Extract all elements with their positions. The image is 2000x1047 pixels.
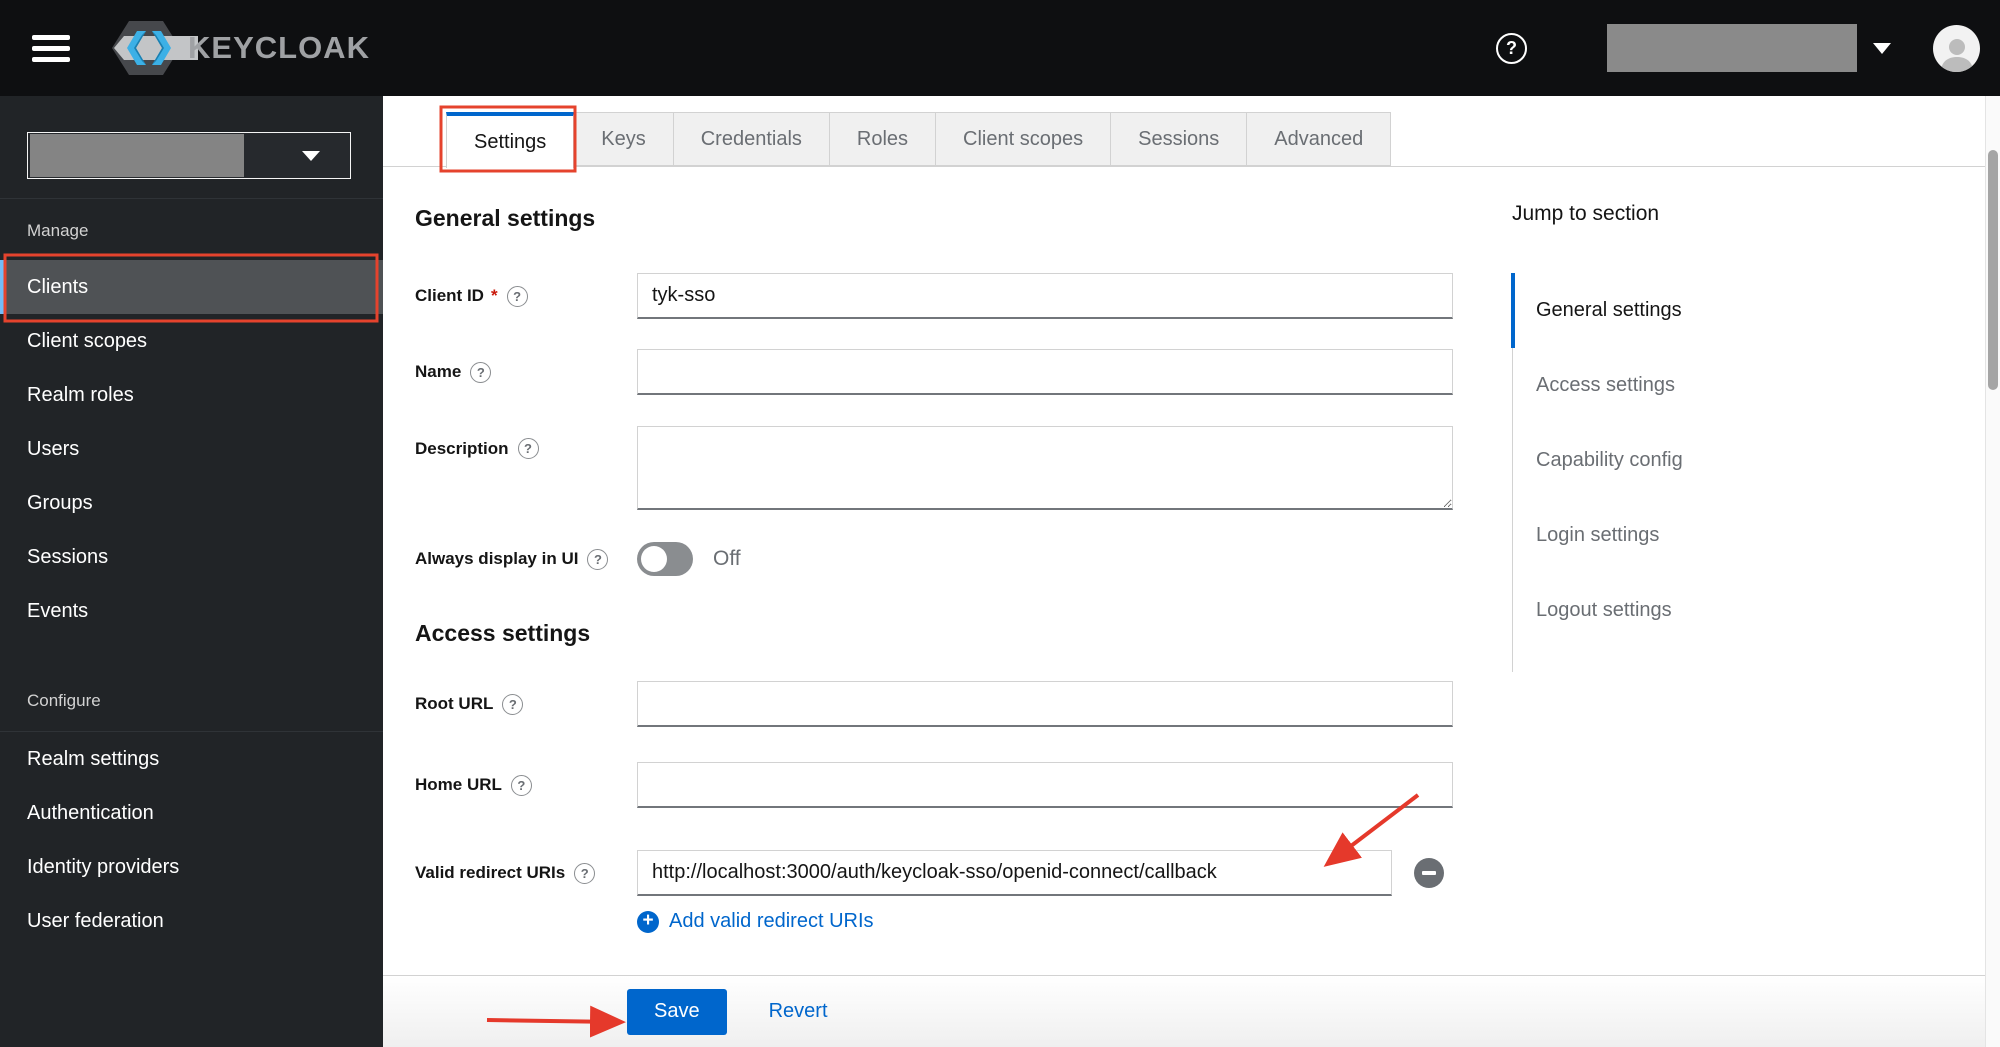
chevron-down-icon[interactable]: [1873, 42, 1891, 54]
valid-redirect-uri-input[interactable]: [637, 850, 1392, 896]
toggle-state-label: Off: [713, 547, 741, 570]
vertical-scrollbar-thumb[interactable]: [1988, 150, 1998, 390]
chevron-down-icon: [302, 150, 320, 161]
required-asterisk: *: [490, 286, 498, 305]
manage-nav: Clients Client scopes Realm roles Users …: [0, 260, 383, 638]
client-id-row: Client ID *: [415, 273, 1515, 319]
tab-settings[interactable]: Settings: [446, 112, 575, 168]
vertical-scrollbar-track[interactable]: [1985, 96, 2000, 1047]
client-id-label: Client ID: [415, 286, 484, 305]
client-id-label-group: Client ID *: [415, 285, 637, 307]
realm-selector[interactable]: [27, 132, 351, 179]
sidebar-item-groups[interactable]: Groups: [0, 476, 383, 530]
help-icon[interactable]: [574, 862, 596, 884]
sidebar-item-clients[interactable]: Clients: [0, 260, 383, 314]
help-icon[interactable]: [587, 548, 609, 570]
always-display-toggle[interactable]: [637, 542, 693, 576]
jump-item-login-settings[interactable]: Login settings: [1513, 498, 1812, 573]
jump-item-capability-config[interactable]: Capability config: [1513, 423, 1812, 498]
nav-group-configure-label: Configure: [27, 691, 101, 710]
always-display-row: Always display in UI Off: [415, 542, 1515, 576]
home-url-row: Home URL: [415, 762, 1515, 808]
help-icon[interactable]: [510, 774, 532, 796]
tab-client-scopes[interactable]: Client scopes: [935, 112, 1112, 166]
add-valid-redirect-uri-label: Add valid redirect URIs: [669, 910, 874, 932]
sidebar-item-realm-roles[interactable]: Realm roles: [0, 368, 383, 422]
home-url-input[interactable]: [637, 762, 1453, 808]
nav-group-manage-label: Manage: [27, 221, 89, 240]
help-icon[interactable]: [506, 285, 528, 307]
help-icon[interactable]: [470, 361, 492, 383]
valid-redirect-uris-label-group: Valid redirect URIs: [415, 862, 637, 884]
sidebar-item-events[interactable]: Events: [0, 584, 383, 638]
sidebar-item-authentication[interactable]: Authentication: [0, 786, 383, 840]
user-avatar-icon: [1940, 38, 1973, 72]
sidebar-divider: [0, 198, 383, 199]
home-url-label: Home URL: [415, 775, 502, 794]
configure-nav: Realm settings Authentication Identity p…: [0, 731, 383, 948]
root-url-row: Root URL: [415, 681, 1515, 727]
app-header: KEYCLOAK ?: [0, 0, 2000, 96]
help-icon[interactable]: ?: [1496, 32, 1527, 64]
jump-item-logout-settings[interactable]: Logout settings: [1513, 573, 1812, 648]
main-content: Settings Keys Credentials Roles Client s…: [383, 96, 1985, 1047]
help-icon[interactable]: [517, 438, 539, 459]
jump-item-general-settings[interactable]: General settings: [1511, 273, 1812, 348]
name-label: Name: [415, 362, 462, 381]
client-tabs: Settings Keys Credentials Roles Client s…: [446, 112, 1392, 168]
help-icon[interactable]: [502, 693, 524, 715]
jump-to-section-title: Jump to section: [1512, 202, 1660, 225]
description-input[interactable]: [637, 426, 1453, 510]
sidebar-item-users[interactable]: Users: [0, 422, 383, 476]
valid-redirect-uris-label: Valid redirect URIs: [415, 863, 566, 882]
hamburger-icon[interactable]: [32, 29, 70, 68]
keycloak-logo: KEYCLOAK: [106, 16, 370, 80]
avatar[interactable]: [1933, 24, 1980, 72]
sidebar-item-user-federation[interactable]: User federation: [0, 894, 383, 948]
revert-link[interactable]: Revert: [769, 1000, 828, 1023]
always-display-label: Always display in UI: [415, 549, 579, 568]
tab-keys[interactable]: Keys: [573, 112, 674, 166]
tab-credentials[interactable]: Credentials: [672, 112, 830, 166]
root-url-input[interactable]: [637, 681, 1453, 727]
jump-nav-list: General settings Access settings Capabil…: [1511, 273, 1812, 672]
tab-sessions[interactable]: Sessions: [1110, 112, 1248, 166]
home-url-label-group: Home URL: [415, 774, 637, 796]
add-redirect-uri-row: Add valid redirect URIs: [415, 910, 1515, 933]
client-id-input[interactable]: [637, 273, 1453, 319]
name-label-group: Name: [415, 361, 637, 383]
minus-circle-icon[interactable]: [1414, 858, 1444, 888]
sidebar-item-identity-providers[interactable]: Identity providers: [0, 840, 383, 894]
general-settings-heading: General settings: [415, 205, 596, 231]
settings-form: General settings Client ID * Name Descri…: [415, 166, 1515, 933]
access-settings-heading: Access settings: [415, 620, 591, 646]
jump-item-access-settings[interactable]: Access settings: [1513, 348, 1812, 423]
description-label-group: Description: [415, 426, 637, 459]
valid-redirect-uris-row: Valid redirect URIs: [415, 850, 1515, 896]
root-url-label-group: Root URL: [415, 693, 637, 715]
realm-name-redacted: [30, 134, 244, 177]
sidebar-item-sessions[interactable]: Sessions: [0, 530, 383, 584]
sidebar: Manage Clients Client scopes Realm roles…: [0, 96, 383, 1047]
jump-to-section-panel: Jump to section General settings Access …: [1511, 202, 1812, 672]
plus-circle-icon: [637, 910, 659, 933]
sidebar-item-realm-settings[interactable]: Realm settings: [0, 732, 383, 786]
tab-roles[interactable]: Roles: [828, 112, 937, 166]
name-row: Name: [415, 349, 1515, 395]
description-label: Description: [415, 438, 509, 458]
description-row: Description: [415, 426, 1515, 510]
brand-wordmark: KEYCLOAK: [188, 30, 370, 65]
sidebar-item-client-scopes[interactable]: Client scopes: [0, 314, 383, 368]
form-action-bar: Save Revert: [383, 975, 1985, 1047]
tab-advanced[interactable]: Advanced: [1246, 112, 1392, 166]
name-input[interactable]: [637, 349, 1453, 395]
save-button[interactable]: Save: [627, 988, 727, 1035]
add-valid-redirect-uri-link[interactable]: Add valid redirect URIs: [637, 910, 874, 933]
root-url-label: Root URL: [415, 694, 494, 713]
always-display-label-group: Always display in UI: [415, 548, 637, 570]
user-menu-redacted[interactable]: [1607, 24, 1857, 72]
